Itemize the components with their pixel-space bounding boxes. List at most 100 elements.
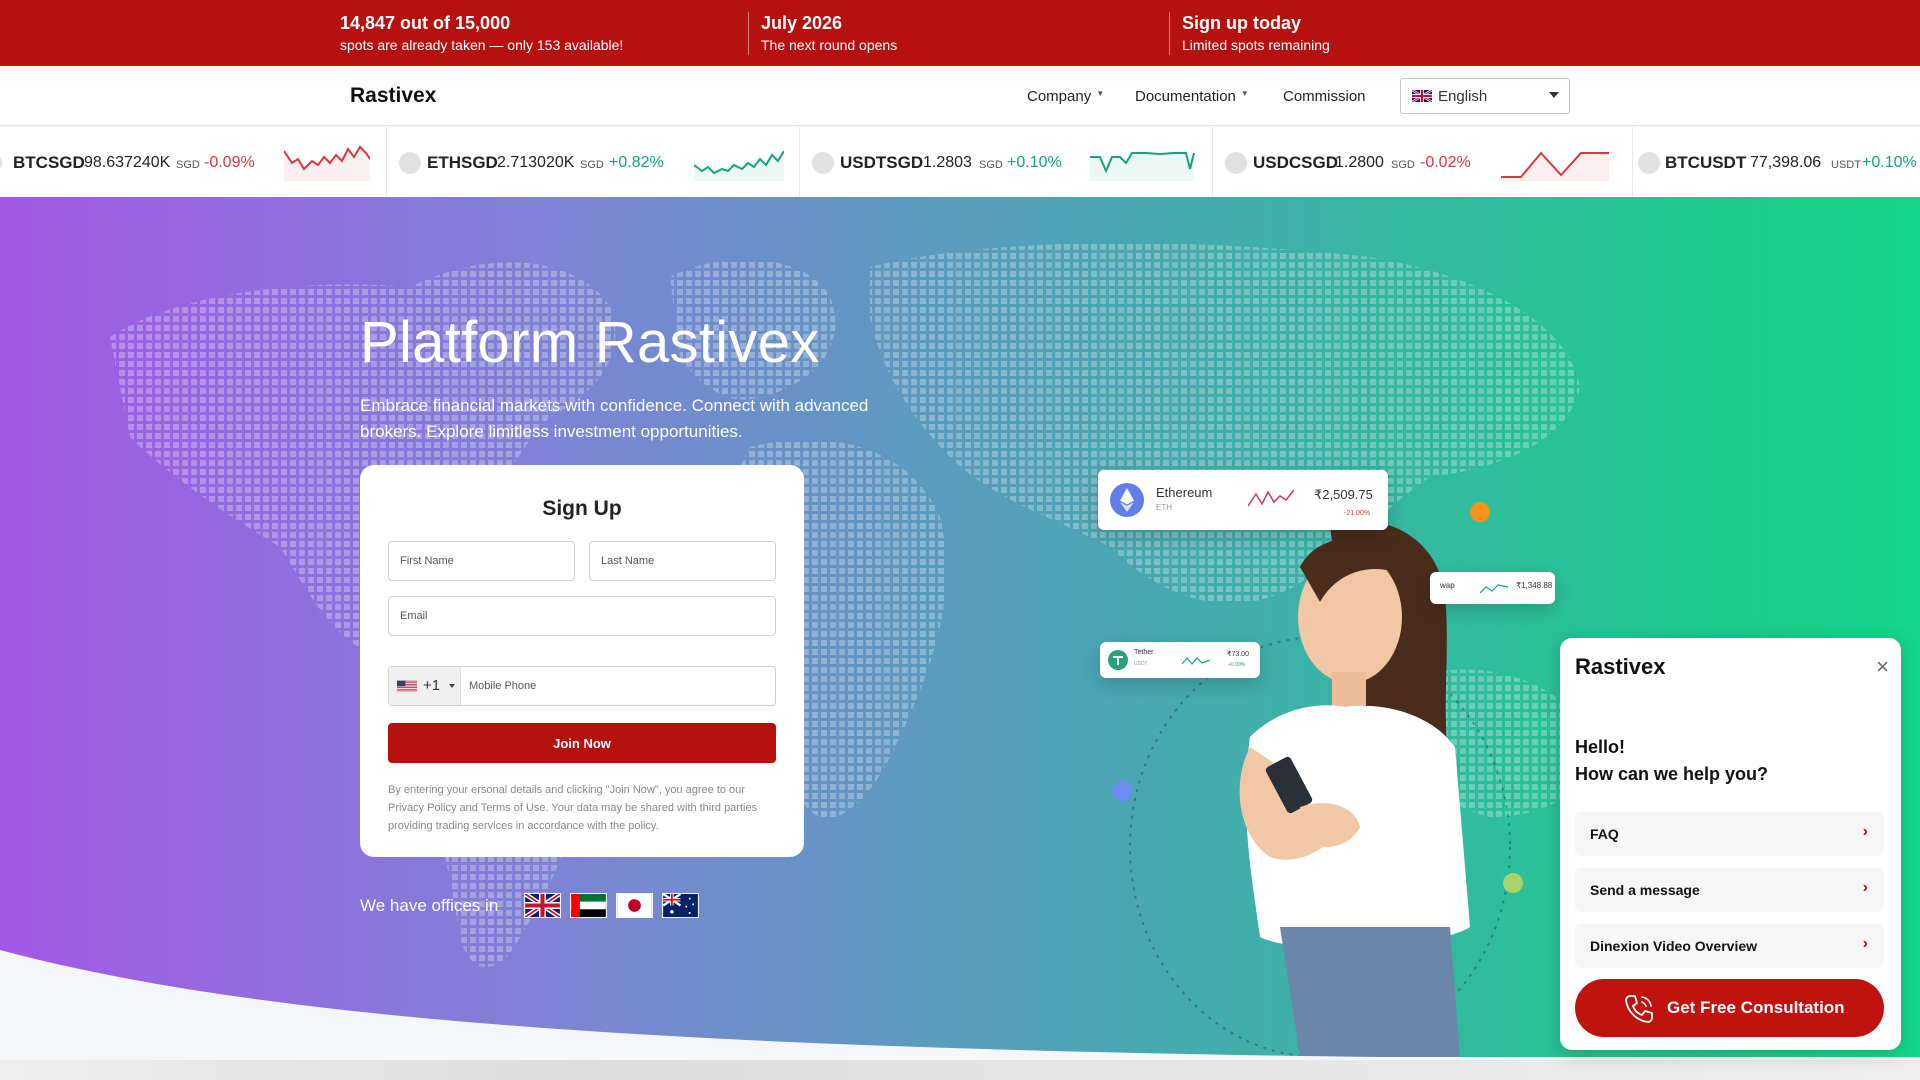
consultation-label: Get Free Consultation <box>1667 998 1845 1017</box>
ethereum-icon <box>1110 483 1144 517</box>
ticker-currency: SGD <box>979 159 1003 171</box>
tether-card-price: ₹73.00 <box>1227 651 1249 658</box>
uk-flag-icon <box>1412 90 1432 102</box>
ticker-item[interactable]: USDTSGD 1.2803 SGD +0.10% <box>800 127 1213 197</box>
sparkline-icon <box>1501 151 1609 181</box>
sparkline-icon <box>1480 584 1508 594</box>
swap-card-name: wap <box>1440 581 1455 590</box>
ethereum-price-card: Ethereum ETH ₹2,509.75 -21.00% <box>1098 470 1388 530</box>
ticker-symbol: ETHSGD <box>427 153 498 172</box>
crypto-coin-icon <box>1112 781 1132 801</box>
promo-bar: 14,847 out of 15,000 spots are already t… <box>0 0 1920 66</box>
nav-commission[interactable]: Commission <box>1283 88 1366 105</box>
bitcoin-coin-icon <box>1470 502 1490 522</box>
caret-down-icon: ▼ <box>1096 89 1105 98</box>
tether-card-change: +0.00% <box>1228 662 1246 668</box>
sparkline-icon <box>1182 657 1210 665</box>
ticker-change: +0.10% <box>1007 154 1062 171</box>
ticker-currency: SGD <box>176 159 200 171</box>
eth-card-change: -21.00% <box>1344 510 1371 517</box>
top-navigation: Rastivex Company ▼ Documentation ▼ Commiss… <box>0 66 1920 126</box>
legal-disclaimer: By entering your ersonal details and cli… <box>388 784 758 832</box>
phone-placeholder: Mobile Phone <box>469 680 537 692</box>
eth-card-name: Ethereum <box>1156 485 1213 500</box>
last-name-input[interactable]: Last Name <box>589 541 776 581</box>
first-name-placeholder: First Name <box>400 555 454 567</box>
phone-input[interactable]: +1 Mobile Phone <box>388 666 776 706</box>
join-now-button[interactable]: Join Now <box>388 723 776 763</box>
uk-flag-icon <box>524 893 561 918</box>
chat-option-label: Send a message <box>1590 882 1700 898</box>
get-free-consultation-button[interactable]: Get Free Consultation <box>1575 979 1884 1037</box>
tether-price-card: Tether USDT ₹73.00 +0.00% <box>1100 642 1260 678</box>
us-flag-icon <box>397 680 417 692</box>
nav-company[interactable]: Company ▼ <box>1027 88 1104 105</box>
ticker-price: 1.2800 <box>1335 154 1384 171</box>
chat-option-label: Dinexion Video Overview <box>1590 938 1758 954</box>
coin-logo-icon <box>399 152 421 174</box>
promo-round-note: The next round opens <box>761 37 898 53</box>
offices-label: We have offices in <box>360 896 499 915</box>
ticker-price: 1.2803 <box>923 154 972 171</box>
nav-documentation-label: Documentation <box>1135 88 1236 105</box>
coin-logo-icon <box>1225 152 1247 174</box>
ticker-item[interactable]: USDCSGD 1.2800 SGD -0.02% <box>1213 127 1633 197</box>
ticker-price: 2.713020K <box>497 154 575 171</box>
uae-flag-icon <box>570 893 607 918</box>
bitcoin-coin-icon <box>1503 873 1523 893</box>
eth-card-ticker: ETH <box>1156 503 1172 512</box>
ticker-change: +0.10% <box>1862 154 1917 171</box>
language-select[interactable]: English <box>1400 78 1570 114</box>
country-code-select[interactable]: +1 <box>389 667 461 705</box>
japan-flag-icon <box>616 893 653 918</box>
coin-logo-icon <box>0 152 2 174</box>
chat-title: Rastivex <box>1575 654 1666 679</box>
sparkline-icon <box>1248 489 1294 507</box>
ticker-currency: SGD <box>580 159 604 171</box>
dropdown-arrow-icon <box>449 684 455 688</box>
australia-flag-icon <box>662 893 699 918</box>
chevron-right-icon: › <box>1862 935 1868 952</box>
email-placeholder: Email <box>400 610 428 622</box>
ticker-currency: SGD <box>1391 159 1415 171</box>
sparkline-icon <box>1090 152 1195 181</box>
promo-spots-count: 14,847 out of 15,000 <box>340 13 511 33</box>
swap-card-price: ₹1,348.88 <box>1516 581 1553 590</box>
first-name-input[interactable]: First Name <box>388 541 575 581</box>
chevron-right-icon: › <box>1862 879 1868 896</box>
chat-option-faq[interactable]: FAQ › <box>1575 812 1884 856</box>
eth-card-price: ₹2,509.75 <box>1314 487 1373 502</box>
signup-form: Sign Up First Name Last Name Email +1 Mo… <box>360 465 804 857</box>
ticker-change: -0.09% <box>204 154 255 171</box>
ticker-change: +0.82% <box>609 154 664 171</box>
chat-option-send-message[interactable]: Send a message › <box>1575 868 1884 912</box>
coin-logo-icon <box>812 152 834 174</box>
tether-icon <box>1108 650 1128 670</box>
nav-documentation[interactable]: Documentation ▼ <box>1135 88 1249 105</box>
tether-card-name: Tether <box>1134 649 1154 656</box>
ticker-item[interactable]: BTCSGD 98.637240K SGD -0.09% <box>0 127 387 197</box>
caret-down-icon: ▼ <box>1240 89 1249 98</box>
promo-signup-note: Limited spots remaining <box>1182 37 1330 53</box>
hero-subtitle: Embrace financial markets with confidenc… <box>360 396 869 441</box>
language-label: English <box>1438 88 1488 105</box>
ticker-price: 77,398.06 <box>1750 154 1822 171</box>
chat-greeting: Hello! How can we help you? <box>1575 734 1768 788</box>
swap-price-card: wap ₹1,348.88 <box>1430 572 1555 604</box>
nav-company-label: Company <box>1027 88 1092 105</box>
tether-card-ticker: USDT <box>1134 661 1148 667</box>
ticker-item[interactable]: BTCUSDT 77,398.06 USDT +0.10% <box>1633 127 1920 197</box>
email-input[interactable]: Email <box>388 596 776 636</box>
promo-signup-title: Sign up today <box>1182 13 1301 33</box>
ticker-item[interactable]: ETHSGD 2.713020K SGD +0.82% <box>387 127 800 197</box>
price-ticker: BTCSGD 98.637240K SGD -0.09% ETHSGD 2.71… <box>0 127 1920 197</box>
signup-title: Sign Up <box>542 497 622 520</box>
ticker-symbol: USDCSGD <box>1253 153 1339 172</box>
site-logo[interactable]: Rastivex <box>350 84 436 108</box>
sparkline-icon <box>694 150 784 181</box>
chat-option-video-overview[interactable]: Dinexion Video Overview › <box>1575 924 1884 968</box>
chat-greeting-line-1: Hello! <box>1575 737 1626 757</box>
last-name-placeholder: Last Name <box>601 555 655 567</box>
close-icon[interactable]: × <box>1876 656 1889 678</box>
promo-round-date: July 2026 <box>761 13 843 33</box>
